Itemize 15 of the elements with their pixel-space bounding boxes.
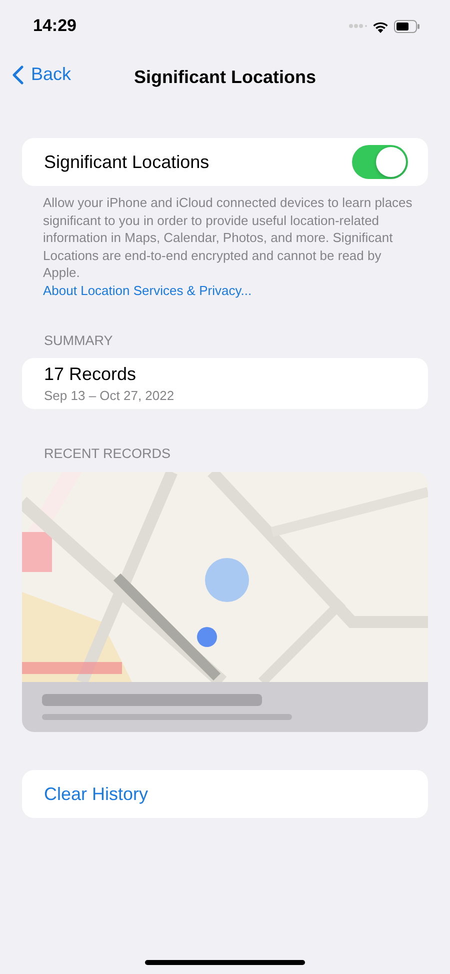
wifi-icon	[372, 20, 389, 32]
section-header: SUMMARY	[44, 333, 114, 350]
footer-text: Allow your iPhone and iCloud connected devices to learn places significant to you in order to provide useful location-related information in Maps, Calendar, Photos, and more. Significant Locations are end-to-end encrypted and cannot be read by Apple.	[43, 194, 414, 282]
toggle-switch[interactable]	[352, 145, 408, 179]
signal-icon	[349, 23, 367, 29]
summary-card[interactable]: 17 Records Sep 13 – Oct 27, 2022	[22, 358, 428, 409]
toggle-label: Significant Locations	[44, 152, 210, 172]
page-title: Significant Locations	[134, 66, 316, 88]
battery-icon	[394, 20, 420, 32]
back-button[interactable]: Back	[12, 64, 72, 85]
chevron-left-icon	[12, 64, 24, 84]
clear-history-button[interactable]: Clear History	[22, 770, 428, 818]
section-header: RECENT RECORDS	[44, 446, 172, 463]
status-time: 14:29	[33, 16, 76, 36]
privacy-link[interactable]: About Location Services & Privacy...	[43, 282, 252, 298]
